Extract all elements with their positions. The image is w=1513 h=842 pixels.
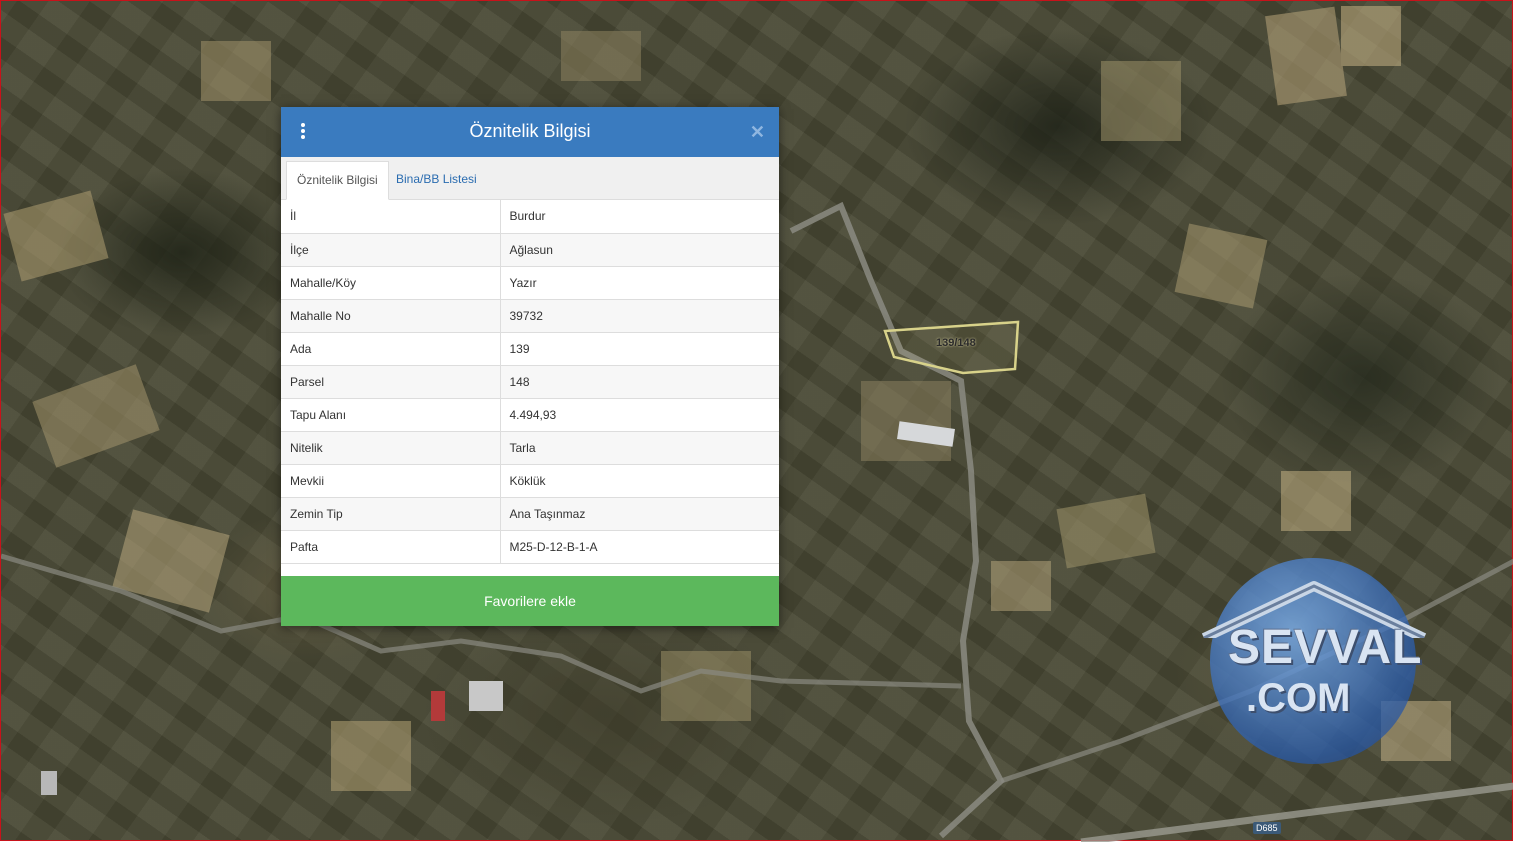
watermark-text-1: SEVVAL bbox=[1228, 621, 1423, 674]
row-value: Tarla bbox=[500, 431, 779, 465]
road-badge: D685 bbox=[1253, 822, 1281, 834]
table-row: Pafta M25-D-12-B-1-A bbox=[281, 530, 779, 564]
watermark-text-2: .COM bbox=[1246, 676, 1351, 720]
row-key: Zemin Tip bbox=[281, 497, 501, 531]
row-value: Yazır bbox=[500, 266, 779, 300]
table-row: Zemin Tip Ana Taşınmaz bbox=[281, 497, 779, 531]
row-key: Mahalle No bbox=[281, 299, 501, 333]
tab-building-list[interactable]: Bina/BB Listesi bbox=[386, 161, 487, 198]
table-row: Tapu Alanı 4.494,93 bbox=[281, 398, 779, 432]
row-value: 39732 bbox=[500, 299, 779, 333]
table-row: Mevkii Köklük bbox=[281, 464, 779, 498]
table-row: İlçe Ağlasun bbox=[281, 233, 779, 267]
row-value: Köklük bbox=[500, 464, 779, 498]
table-row: Mahalle/Köy Yazır bbox=[281, 266, 779, 300]
watermark-logo: SEVVAL .COM bbox=[1198, 538, 1430, 764]
table-row: İl Burdur bbox=[281, 200, 779, 234]
add-favorites-button[interactable]: Favorilere ekle bbox=[281, 576, 779, 626]
attribute-dialog: Öznitelik Bilgisi ✕ Öznitelik Bilgisi Bi… bbox=[281, 107, 779, 626]
row-value: 139 bbox=[500, 332, 779, 366]
row-value: M25-D-12-B-1-A bbox=[500, 530, 779, 564]
attribute-table: İl Burdur İlçe Ağlasun Mahalle/Köy Yazır Mahal… bbox=[281, 200, 779, 564]
table-row: Nitelik Tarla bbox=[281, 431, 779, 465]
row-value: Burdur bbox=[500, 200, 779, 234]
row-value: Ağlasun bbox=[500, 233, 779, 267]
row-key: Ada bbox=[281, 332, 501, 366]
row-key: İl bbox=[281, 200, 501, 234]
table-row: Ada 139 bbox=[281, 332, 779, 366]
dialog-title: Öznitelik Bilgisi bbox=[469, 121, 591, 141]
close-icon[interactable]: ✕ bbox=[750, 122, 765, 143]
row-key: Pafta bbox=[281, 530, 501, 564]
row-value: 4.494,93 bbox=[500, 398, 779, 432]
parcel-label: 139/148 bbox=[936, 337, 976, 349]
dialog-header[interactable]: Öznitelik Bilgisi ✕ bbox=[281, 107, 779, 157]
table-row: Parsel 148 bbox=[281, 365, 779, 399]
row-key: Parsel bbox=[281, 365, 501, 399]
row-key: İlçe bbox=[281, 233, 501, 267]
row-key: Tapu Alanı bbox=[281, 398, 501, 432]
row-key: Mahalle/Köy bbox=[281, 266, 501, 300]
tab-attributes[interactable]: Öznitelik Bilgisi bbox=[286, 161, 389, 200]
table-row: Mahalle No 39732 bbox=[281, 299, 779, 333]
row-value: Ana Taşınmaz bbox=[500, 497, 779, 531]
row-key: Mevkii bbox=[281, 464, 501, 498]
row-key: Nitelik bbox=[281, 431, 501, 465]
row-value: 148 bbox=[500, 365, 779, 399]
tab-bar: Öznitelik Bilgisi Bina/BB Listesi bbox=[281, 157, 779, 200]
